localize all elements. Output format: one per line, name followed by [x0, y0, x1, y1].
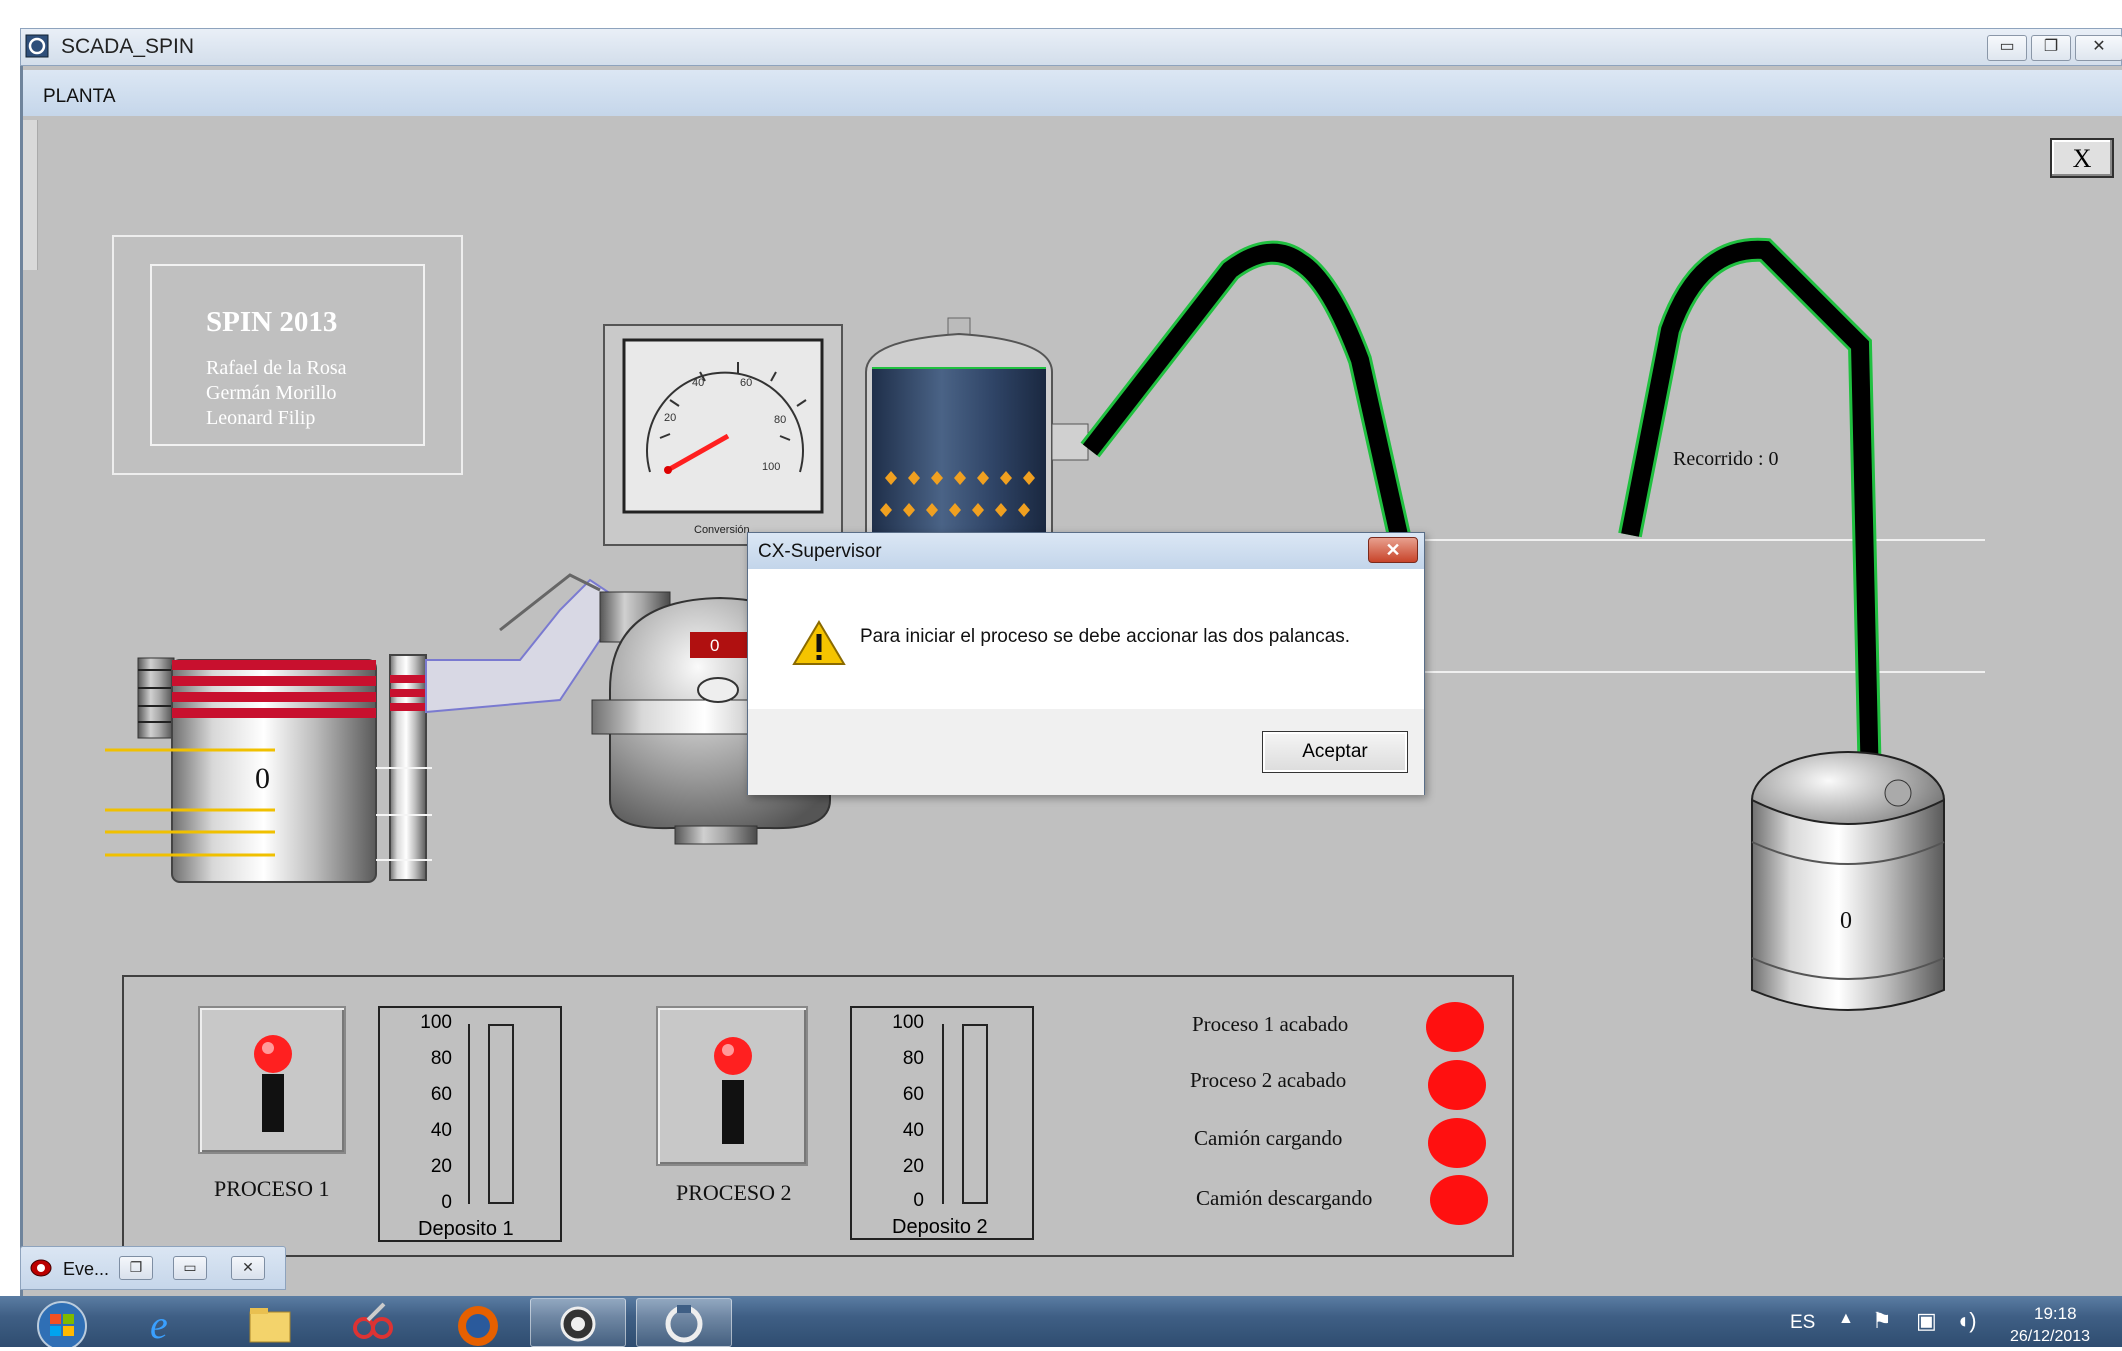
gauge-tick-80: 80 [774, 414, 786, 426]
internet-explorer-icon[interactable]: e [134, 1298, 198, 1347]
lever-icon [714, 1037, 752, 1144]
clock-date[interactable]: 26/12/2013 [2010, 1328, 2090, 1346]
tray-expand-icon[interactable]: ▲ [1838, 1310, 1854, 1328]
dep2-tick-0: 0 [913, 1190, 924, 1211]
conveyor-arch-2 [1618, 237, 1882, 786]
mini-restore-button[interactable]: ❐ [119, 1256, 153, 1280]
dep1-tick-20: 20 [430, 1156, 452, 1177]
cx-supervisor-icon [560, 1306, 596, 1342]
deposito-1-label: Deposito 1 [418, 1218, 514, 1240]
deposito-2-bar [962, 1024, 988, 1204]
conversion-gauge [603, 324, 843, 546]
status-led-4 [1430, 1175, 1488, 1225]
status-label-4: Camión descargando [1196, 1186, 1373, 1210]
snipping-tool-icon[interactable] [340, 1298, 404, 1347]
proceso-2-label: PROCESO 2 [676, 1180, 792, 1205]
lever-proceso-1[interactable] [198, 1006, 346, 1154]
deposito-2-meter [850, 1006, 1034, 1240]
cx-supervisor-taskbar-button[interactable] [530, 1298, 626, 1347]
silo-tank [865, 317, 1089, 541]
network-icon[interactable]: ▣ [1916, 1308, 1937, 1334]
mini-maximize-button[interactable]: ▭ [173, 1256, 207, 1280]
dep2-tick-100: 100 [892, 1012, 924, 1033]
gauge-tick-40: 40 [692, 377, 704, 389]
scada-taskbar-button[interactable] [636, 1298, 732, 1347]
status-label-1: Proceso 1 acabado [1192, 1012, 1349, 1036]
tank-left-value: 0 [255, 762, 270, 795]
deposito-2-axis [926, 1024, 944, 1204]
dep2-tick-40: 40 [902, 1120, 924, 1141]
cx-supervisor-dialog: CX-Supervisor ✕ Para iniciar el proceso … [747, 532, 1425, 795]
dep1-tick-40: 40 [430, 1120, 452, 1141]
clock-time[interactable]: 19:18 [2034, 1304, 2077, 1324]
gauge-tick-100: 100 [762, 461, 780, 473]
mini-close-button[interactable]: ✕ [231, 1256, 265, 1280]
proceso-1-label: PROCESO 1 [214, 1176, 330, 1201]
deposito-1-axis [452, 1024, 470, 1204]
gauge-tick-60: 60 [740, 377, 752, 389]
status-label-2: Proceso 2 acabado [1190, 1068, 1347, 1092]
dep1-tick-60: 60 [430, 1084, 452, 1105]
deposito-1-meter [378, 1006, 562, 1242]
aceptar-button[interactable]: Aceptar [1262, 731, 1408, 773]
minimized-window-eventos[interactable]: Eve... ❐ ▭ ✕ [20, 1246, 286, 1290]
minimized-label: Eve... [63, 1259, 110, 1279]
language-indicator[interactable]: ES [1790, 1312, 1815, 1334]
status-label-3: Camión cargando [1194, 1126, 1343, 1150]
volume-icon[interactable]: ◖) [1956, 1308, 1977, 1334]
dep1-tick-100: 100 [420, 1012, 452, 1033]
dialog-title: CX-Supervisor [758, 541, 882, 562]
lever-icon [254, 1035, 292, 1132]
status-led-1 [1426, 1002, 1484, 1052]
svg-text:e: e [150, 1302, 168, 1347]
warning-icon [792, 620, 846, 665]
gauge-caption: Conversión [694, 524, 750, 536]
recorrido-label: Recorrido : 0 [1673, 448, 1779, 470]
dep2-tick-80: 80 [902, 1048, 924, 1069]
dialog-title-bar[interactable]: CX-Supervisor ✕ [748, 533, 1424, 569]
deposito-2-label: Deposito 2 [892, 1216, 988, 1238]
dialog-message: Para iniciar el proceso se debe accionar… [860, 626, 1351, 647]
close-icon[interactable]: ✕ [1368, 537, 1418, 563]
action-center-flag-icon[interactable]: ⚑ [1872, 1308, 1892, 1334]
scada-icon [665, 1305, 703, 1343]
file-explorer-icon[interactable] [238, 1298, 302, 1347]
dep1-tick-0: 0 [441, 1192, 452, 1213]
event-viewer-icon [30, 1259, 52, 1277]
dep1-tick-80: 80 [430, 1048, 452, 1069]
gauge-tick-20: 20 [664, 412, 676, 424]
dep2-tick-60: 60 [902, 1084, 924, 1105]
pipe-elbow [425, 573, 622, 714]
status-led-2 [1428, 1060, 1486, 1110]
firefox-icon[interactable] [446, 1298, 510, 1347]
truck-tank-value: 0 [1840, 908, 1852, 934]
deposito-1-bar [488, 1024, 514, 1204]
reactor-display: 0 [710, 636, 720, 655]
lever-proceso-2[interactable] [656, 1006, 808, 1166]
conveyor-lines [1410, 539, 1985, 673]
status-led-3 [1428, 1118, 1486, 1168]
truck-tank [1751, 751, 1945, 1011]
dep2-tick-20: 20 [902, 1156, 924, 1177]
conveyor-arch-1 [1080, 240, 1412, 543]
start-orb-icon[interactable] [28, 1298, 92, 1347]
taskbar: e ES ▲ ⚑ ▣ ◖) 19:18 26/12/2013 [0, 1296, 2122, 1347]
